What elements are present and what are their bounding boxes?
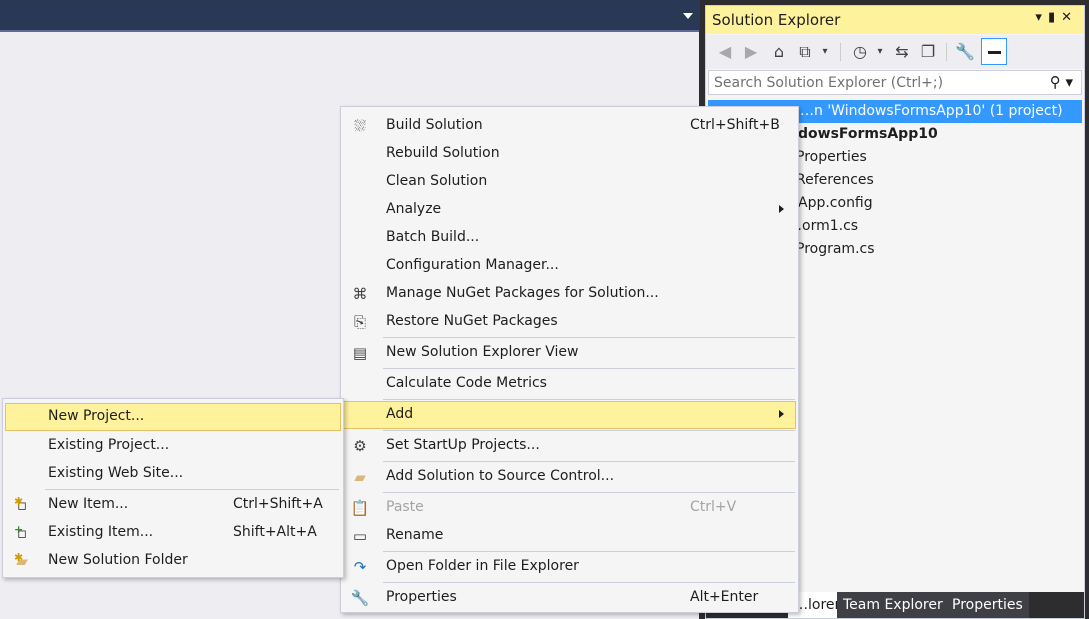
solution-explorer-title-bar: Solution Explorer ▾▮✕ [706,6,1084,34]
existing-item-icon: ▫ + [14,523,28,542]
menu-item-existing-project[interactable]: Existing Project... [5,432,341,460]
rename-icon: ▭ [352,527,368,545]
menu-item-manage-nuget[interactable]: ⌘ Manage NuGet Packages for Solution... [343,280,796,308]
submenu-arrow-icon [779,410,784,418]
source-control-icon: ▰ [354,468,366,486]
menu-item-add[interactable]: Add [343,401,796,429]
menu-item-build-solution[interactable]: ⛆ Build Solution Ctrl+Shift+B [343,112,796,140]
back-icon[interactable]: ◀ [714,41,736,63]
sync-icon[interactable]: ⇆ [891,41,913,63]
add-submenu: New Project... Existing Project... Exist… [2,398,344,578]
solution-explorer-search: ⚲ ▾ [708,70,1082,95]
tab-properties[interactable]: Properties [946,592,1029,618]
menu-item-calculate-code-metrics[interactable]: Calculate Code Metrics [343,370,796,398]
solution-explorer-toolbar: ◀ ▶ ⌂ ⧉ ▾ ◷ ▾ ⇆ ❐ 🔧 [706,35,1084,69]
gear-icon: ⚙ [353,437,367,455]
pending-changes-filter-icon[interactable]: ◷ [849,41,871,63]
menu-item-existing-web-site[interactable]: Existing Web Site... [5,460,341,488]
menu-item-new-item[interactable]: ▫ ✱ New Item... Ctrl+Shift+A [5,491,341,519]
menu-separator [383,551,795,552]
toolbar-separator [840,43,841,61]
solution-explorer-title: Solution Explorer [712,11,841,29]
menu-separator [383,582,795,583]
document-tab-bar [0,0,700,30]
window-controls[interactable]: ▾▮✕ [1035,10,1078,25]
solution-context-menu: ⛆ Build Solution Ctrl+Shift+B Rebuild So… [340,106,799,613]
pin-icon[interactable]: ▮ [1048,10,1061,25]
menu-item-restore-nuget[interactable]: ⎘ Restore NuGet Packages [343,308,796,336]
menu-separator [383,461,795,462]
new-folder-icon: ▰ ✱ [14,551,28,570]
menu-item-properties[interactable]: 🔧 Properties Alt+Enter [343,584,796,612]
submenu-arrow-icon [779,205,784,213]
refresh-arrow-icon: ↷ [353,558,367,576]
menu-separator [383,492,795,493]
menu-item-new-project[interactable]: New Project... [5,403,341,431]
menu-separator [45,489,339,490]
new-view-icon: ▤ [352,344,368,362]
forward-icon[interactable]: ▶ [740,41,762,63]
menu-item-configuration-manager[interactable]: Configuration Manager... [343,252,796,280]
menu-separator [383,368,795,369]
switch-views-icon[interactable]: ⧉ [794,41,816,63]
preview-selected-items-icon[interactable] [981,38,1007,65]
menu-item-new-solution-explorer-view[interactable]: ▤ New Solution Explorer View [343,339,796,367]
menu-item-new-solution-folder[interactable]: ▰ ✱ New Solution Folder [5,547,341,575]
menu-item-rebuild-solution[interactable]: Rebuild Solution [343,140,796,168]
menu-item-rename[interactable]: ▭ Rename [343,522,796,550]
tab-dropdown-icon[interactable] [683,13,693,19]
menu-item-set-startup-projects[interactable]: ⚙ Set StartUp Projects... [343,432,796,460]
menu-item-batch-build[interactable]: Batch Build... [343,224,796,252]
new-item-icon: ▫ ✱ [14,495,28,514]
toolbar-separator [946,43,947,61]
menu-separator [383,430,795,431]
switch-views-dropdown-icon[interactable]: ▾ [814,41,836,63]
collapse-all-icon[interactable]: ❐ [917,41,939,63]
paste-icon: 📋 [350,499,370,517]
wrench-icon[interactable]: 🔧 [954,41,976,63]
menu-item-open-folder[interactable]: ↷ Open Folder in File Explorer [343,553,796,581]
tab-team-explorer[interactable]: Team Explorer [837,592,949,618]
menu-separator [383,337,795,338]
search-icon[interactable]: ⚲ ▾ [1050,73,1073,91]
filter-dropdown-icon[interactable]: ▾ [869,41,891,63]
wrench-icon: 🔧 [350,589,370,607]
menu-item-paste[interactable]: 📋 Paste Ctrl+V [343,494,796,522]
search-input[interactable] [709,71,1039,94]
nuget-icon: ⌘ [352,285,368,303]
menu-item-existing-item[interactable]: ▫ + Existing Item... Shift+Alt+A [5,519,341,547]
menu-separator [383,399,795,400]
menu-item-analyze[interactable]: Analyze [343,196,796,224]
restore-icon: ⎘ [353,313,366,331]
menu-item-clean-solution[interactable]: Clean Solution [343,168,796,196]
home-icon[interactable]: ⌂ [768,41,790,63]
menu-item-add-to-source-control[interactable]: ▰ Add Solution to Source Control... [343,463,796,491]
build-icon: ⛆ [353,117,366,135]
